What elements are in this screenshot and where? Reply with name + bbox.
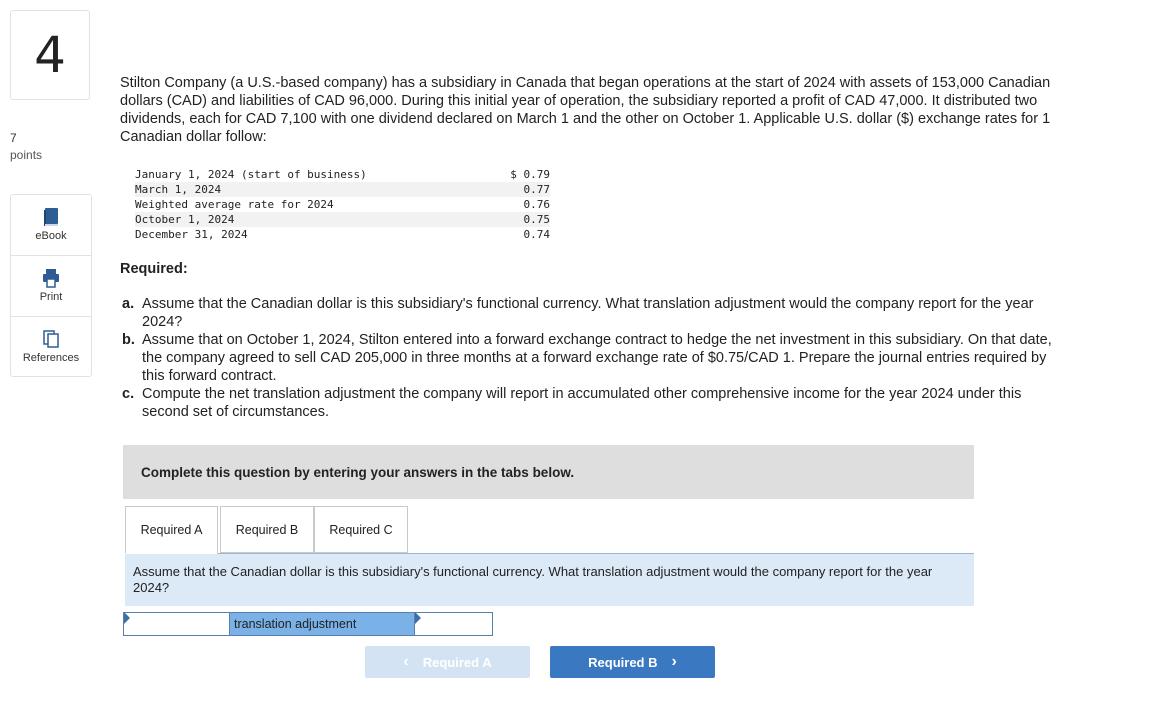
- question-number: 4: [34, 26, 66, 84]
- chevron-right-icon: ›: [671, 653, 677, 670]
- next-button[interactable]: Required B ›: [550, 646, 715, 678]
- requirement-text: Compute the net translation adjustment t…: [142, 386, 1022, 420]
- chevron-left-icon: ‹: [403, 653, 409, 670]
- requirement-letter: b.: [122, 332, 135, 348]
- tab-label: Required A: [140, 523, 203, 537]
- rate-date: March 1, 2024: [135, 183, 222, 196]
- rate-value: $ 0.79: [510, 168, 550, 181]
- answer-amount-input[interactable]: [415, 613, 492, 635]
- printer-icon: [43, 269, 59, 288]
- next-label: Required B: [588, 654, 658, 670]
- rate-row: Weighted average rate for 2024 0.76: [135, 197, 550, 212]
- references-label: References: [22, 352, 80, 364]
- references-button[interactable]: References: [11, 317, 91, 377]
- requirement-item: b. Assume that on October 1, 2024, Stilt…: [120, 331, 1065, 385]
- rate-date: December 31, 2024: [135, 228, 248, 241]
- entry-marker-icon: [124, 612, 130, 624]
- book-icon: [44, 208, 58, 226]
- entry-marker-icon: [415, 612, 421, 624]
- rate-date: October 1, 2024: [135, 213, 235, 226]
- answer-label: translation adjustment: [234, 617, 357, 631]
- rate-value: 0.77: [523, 183, 551, 196]
- rate-row: December 31, 2024 0.74: [135, 227, 550, 242]
- answer-right-cell[interactable]: [415, 612, 492, 635]
- requirement-item: c. Compute the net translation adjustmen…: [120, 385, 1065, 421]
- requirement-letter: c.: [122, 386, 135, 402]
- points-value: 7: [10, 131, 17, 145]
- rate-row: March 1, 2024 0.77: [135, 182, 550, 197]
- previous-button[interactable]: ‹ Required A: [365, 646, 530, 678]
- requirement-text: Assume that the Canadian dollar is this …: [142, 296, 1034, 330]
- instructions-banner: Complete this question by entering your …: [123, 445, 974, 499]
- tab-label: Required B: [235, 522, 299, 537]
- rate-value: 0.75: [523, 213, 551, 226]
- previous-label: Required A: [422, 654, 492, 670]
- required-heading: Required:: [120, 261, 188, 277]
- rate-value: 0.76: [523, 198, 551, 211]
- rate-date: Weighted average rate for 2024: [135, 198, 334, 211]
- question-number-box: 4: [10, 10, 90, 100]
- answer-left-cell[interactable]: [124, 612, 229, 635]
- requirement-letter: a.: [122, 296, 135, 312]
- references-icon: [43, 330, 59, 348]
- points-label: points: [10, 148, 43, 162]
- rate-row: October 1, 2024 0.75: [135, 212, 550, 227]
- tab-required-c[interactable]: Required C: [314, 506, 408, 553]
- rate-date: January 1, 2024 (start of business): [135, 168, 367, 181]
- banner-text: Complete this question by entering your …: [141, 464, 575, 480]
- tab-label: Required C: [329, 522, 393, 537]
- print-button[interactable]: Print: [11, 256, 91, 316]
- tools-panel: eBook Print References: [10, 194, 92, 377]
- tab-required-b[interactable]: Required B: [220, 506, 314, 553]
- answer-row: translation adjustment: [123, 612, 493, 636]
- ebook-label: eBook: [35, 230, 67, 242]
- requirement-text: Assume that on October 1, 2024, Stilton …: [142, 332, 1052, 384]
- question-prompt: Stilton Company (a U.S.-based company) h…: [120, 75, 1051, 145]
- print-label: Print: [39, 291, 63, 303]
- tab-panel-text: Assume that the Canadian dollar is this …: [125, 554, 974, 606]
- requirements-list: a. Assume that the Canadian dollar is th…: [120, 295, 1065, 421]
- tab-required-a[interactable]: Required A: [125, 506, 218, 554]
- rate-row: January 1, 2024 (start of business) $ 0.…: [135, 167, 550, 182]
- ebook-button[interactable]: eBook: [11, 195, 91, 255]
- rate-value: 0.74: [523, 228, 551, 241]
- answer-left-input[interactable]: [124, 613, 229, 635]
- requirement-item: a. Assume that the Canadian dollar is th…: [120, 295, 1065, 331]
- exchange-rate-table: January 1, 2024 (start of business) $ 0.…: [135, 167, 550, 242]
- answer-label-cell: translation adjustment: [229, 613, 415, 635]
